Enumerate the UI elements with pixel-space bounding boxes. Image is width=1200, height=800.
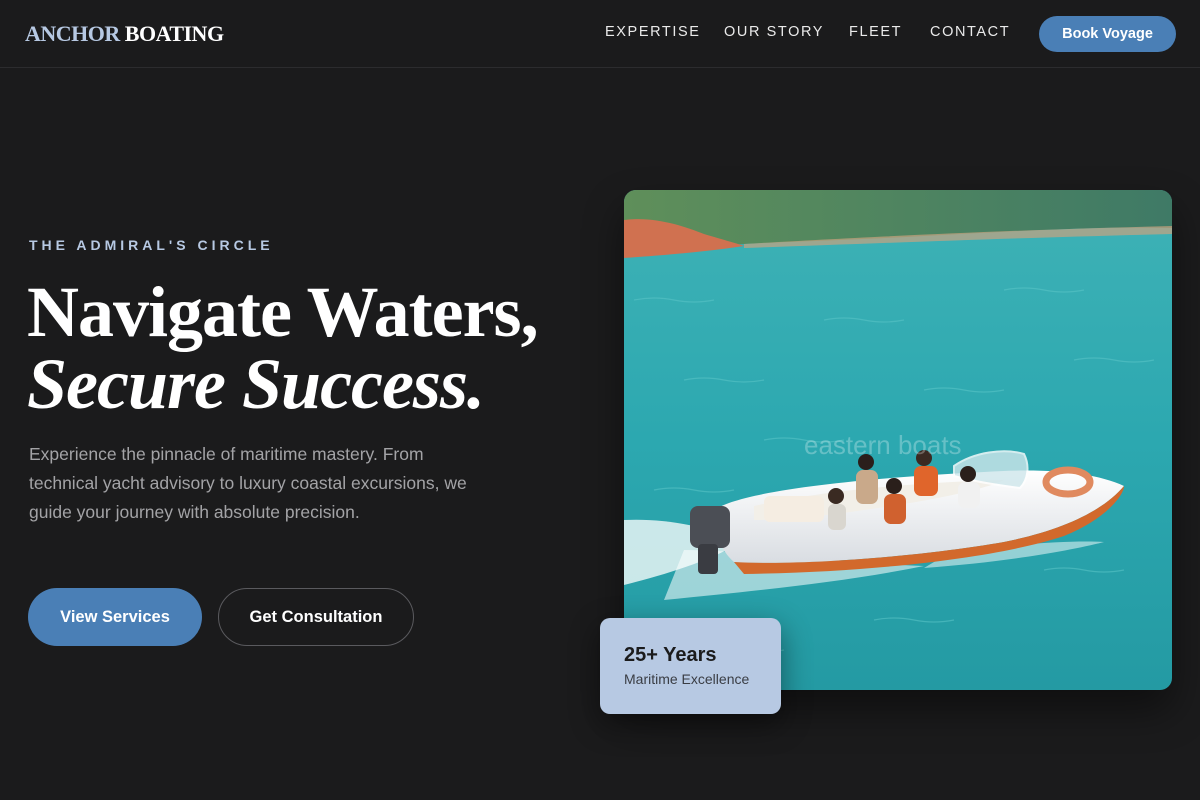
badge-subtitle: Maritime Excellence: [624, 671, 750, 687]
headline-line-2: Secure Success.: [27, 344, 485, 424]
nav-link-expertise[interactable]: EXPERTISE: [605, 24, 701, 40]
speedboat-illustration: eastern boats: [624, 190, 1172, 690]
view-services-button[interactable]: View Services: [28, 588, 202, 646]
experience-badge: 25+ Years Maritime Excellence: [600, 618, 781, 714]
image-watermark: eastern boats: [804, 430, 962, 460]
logo-part-boating: BOATING: [124, 21, 224, 46]
hero-eyebrow: THE ADMIRAL'S CIRCLE: [29, 237, 274, 253]
logo-part-anchor: ANCHOR: [25, 21, 120, 46]
hero-description: Experience the pinnacle of maritime mast…: [29, 444, 467, 522]
site-header: ANCHOR BOATING EXPERTISE OUR STORY FLEET…: [0, 0, 1200, 68]
hero-boat-image: eastern boats: [624, 190, 1172, 690]
nav-link-fleet[interactable]: FLEET: [849, 24, 902, 40]
badge-title: 25+ Years: [624, 644, 717, 666]
nav-link-our-story[interactable]: OUR STORY: [724, 24, 824, 40]
get-consultation-button[interactable]: Get Consultation: [218, 588, 414, 646]
brand-logo[interactable]: ANCHOR BOATING: [25, 21, 224, 47]
book-voyage-button[interactable]: Book Voyage: [1039, 16, 1176, 52]
nav-link-contact[interactable]: CONTACT: [930, 24, 1010, 40]
headline-line-1: Navigate Waters,: [27, 272, 539, 352]
